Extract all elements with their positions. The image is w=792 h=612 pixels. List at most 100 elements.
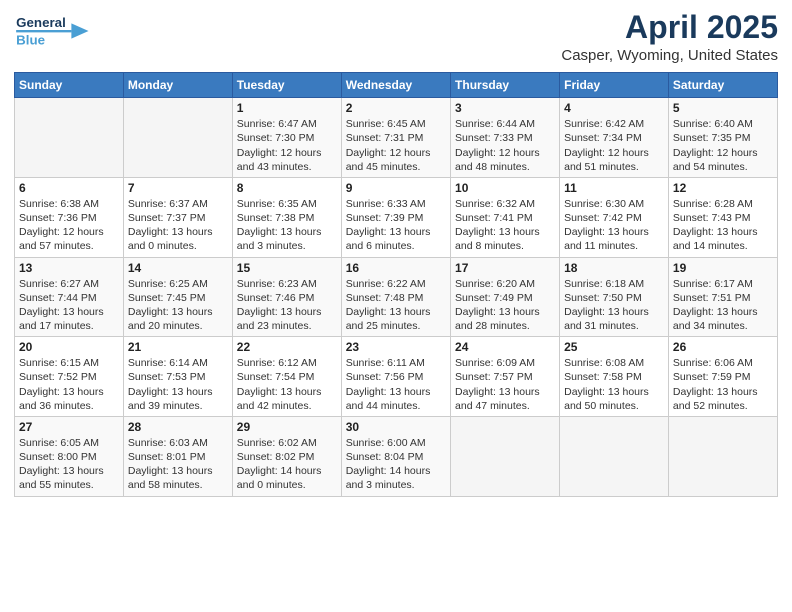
day-number: 15 [237, 261, 337, 275]
weekday-tuesday: Tuesday [232, 73, 341, 98]
week-row-5: 27 Sunrise: 6:05 AM Sunset: 8:00 PM Dayli… [15, 416, 778, 496]
day-cell [668, 416, 777, 496]
day-cell: 5Sunrise: 6:40 AM Sunset: 7:35 PM Daylig… [668, 98, 777, 178]
day-info: Sunrise: 6:47 AM Sunset: 7:30 PM Dayligh… [237, 117, 337, 174]
day-info: Sunrise: 6:05 AM Sunset: 8:00 PM Dayligh… [19, 436, 119, 493]
week-row-3: 13Sunrise: 6:27 AM Sunset: 7:44 PM Dayli… [15, 257, 778, 337]
day-cell: 2 Sunrise: 6:45 AM Sunset: 7:31 PM Daylig… [341, 98, 450, 178]
svg-text:Blue: Blue [16, 32, 45, 47]
day-cell: 1Sunrise: 6:47 AM Sunset: 7:30 PM Daylig… [232, 98, 341, 178]
day-cell: 12Sunrise: 6:28 AM Sunset: 7:43 PM Dayli… [668, 177, 777, 257]
day-info: Sunrise: 6:14 AM Sunset: 7:53 PM Dayligh… [128, 356, 228, 413]
day-number: 8 [237, 181, 337, 195]
page: General Blue April 2025 Casper, Wyoming,… [0, 0, 792, 612]
day-cell [560, 416, 669, 496]
day-info: Sunrise: 6:00 AM Sunset: 8:04 PM Dayligh… [346, 436, 446, 493]
day-cell: 3 Sunrise: 6:44 AM Sunset: 7:33 PM Daylig… [451, 98, 560, 178]
location-title: Casper, Wyoming, United States [561, 47, 778, 64]
day-cell: 19Sunrise: 6:17 AM Sunset: 7:51 PM Dayli… [668, 257, 777, 337]
svg-text:General: General [16, 15, 66, 30]
day-info: Sunrise: 6:38 AM Sunset: 7:36 PM Dayligh… [19, 197, 119, 254]
day-number: 25 [564, 340, 664, 354]
day-number: 23 [346, 340, 446, 354]
weekday-monday: Monday [123, 73, 232, 98]
day-cell: 25 Sunrise: 6:08 AM Sunset: 7:58 PM Dayli… [560, 337, 669, 417]
day-cell [451, 416, 560, 496]
day-info: Sunrise: 6:08 AM Sunset: 7:58 PM Dayligh… [564, 356, 664, 413]
day-cell: 9Sunrise: 6:33 AM Sunset: 7:39 PM Daylig… [341, 177, 450, 257]
day-info: Sunrise: 6:02 AM Sunset: 8:02 PM Dayligh… [237, 436, 337, 493]
day-info: Sunrise: 6:23 AM Sunset: 7:46 PM Dayligh… [237, 277, 337, 334]
day-cell: 28 Sunrise: 6:03 AM Sunset: 8:01 PM Dayli… [123, 416, 232, 496]
day-cell: 11 Sunrise: 6:30 AM Sunset: 7:42 PM Dayli… [560, 177, 669, 257]
day-info: Sunrise: 6:03 AM Sunset: 8:01 PM Dayligh… [128, 436, 228, 493]
day-cell: 14 Sunrise: 6:25 AM Sunset: 7:45 PM Dayli… [123, 257, 232, 337]
day-cell: 4Sunrise: 6:42 AM Sunset: 7:34 PM Daylig… [560, 98, 669, 178]
day-cell: 7 Sunrise: 6:37 AM Sunset: 7:37 PM Daylig… [123, 177, 232, 257]
day-number: 19 [673, 261, 773, 275]
day-info: Sunrise: 6:18 AM Sunset: 7:50 PM Dayligh… [564, 277, 664, 334]
day-cell: 17 Sunrise: 6:20 AM Sunset: 7:49 PM Dayli… [451, 257, 560, 337]
day-number: 10 [455, 181, 555, 195]
day-info: Sunrise: 6:06 AM Sunset: 7:59 PM Dayligh… [673, 356, 773, 413]
day-cell: 6 Sunrise: 6:38 AM Sunset: 7:36 PM Daylig… [15, 177, 124, 257]
day-info: Sunrise: 6:35 AM Sunset: 7:38 PM Dayligh… [237, 197, 337, 254]
day-number: 7 [128, 181, 228, 195]
day-number: 16 [346, 261, 446, 275]
day-number: 27 [19, 420, 119, 434]
day-number: 20 [19, 340, 119, 354]
day-cell: 23 Sunrise: 6:11 AM Sunset: 7:56 PM Dayli… [341, 337, 450, 417]
day-number: 14 [128, 261, 228, 275]
weekday-thursday: Thursday [451, 73, 560, 98]
day-cell: 20 Sunrise: 6:15 AM Sunset: 7:52 PM Dayli… [15, 337, 124, 417]
day-info: Sunrise: 6:12 AM Sunset: 7:54 PM Dayligh… [237, 356, 337, 413]
day-info: Sunrise: 6:22 AM Sunset: 7:48 PM Dayligh… [346, 277, 446, 334]
day-cell: 8 Sunrise: 6:35 AM Sunset: 7:38 PM Daylig… [232, 177, 341, 257]
day-cell [123, 98, 232, 178]
week-row-2: 6 Sunrise: 6:38 AM Sunset: 7:36 PM Daylig… [15, 177, 778, 257]
day-number: 12 [673, 181, 773, 195]
day-info: Sunrise: 6:27 AM Sunset: 7:44 PM Dayligh… [19, 277, 119, 334]
day-info: Sunrise: 6:44 AM Sunset: 7:33 PM Dayligh… [455, 117, 555, 174]
day-cell: 10Sunrise: 6:32 AM Sunset: 7:41 PM Dayli… [451, 177, 560, 257]
header: General Blue April 2025 Casper, Wyoming,… [14, 10, 778, 64]
day-number: 26 [673, 340, 773, 354]
weekday-wednesday: Wednesday [341, 73, 450, 98]
day-cell: 29 Sunrise: 6:02 AM Sunset: 8:02 PM Dayli… [232, 416, 341, 496]
day-cell: 22 Sunrise: 6:12 AM Sunset: 7:54 PM Dayli… [232, 337, 341, 417]
day-number: 30 [346, 420, 446, 434]
day-info: Sunrise: 6:15 AM Sunset: 7:52 PM Dayligh… [19, 356, 119, 413]
month-title: April 2025 [561, 10, 778, 45]
day-number: 17 [455, 261, 555, 275]
weekday-header-row: SundayMondayTuesdayWednesdayThursdayFrid… [15, 73, 778, 98]
logo: General Blue [14, 10, 104, 55]
day-info: Sunrise: 6:25 AM Sunset: 7:45 PM Dayligh… [128, 277, 228, 334]
day-cell: 26 Sunrise: 6:06 AM Sunset: 7:59 PM Dayli… [668, 337, 777, 417]
weekday-friday: Friday [560, 73, 669, 98]
day-cell: 13Sunrise: 6:27 AM Sunset: 7:44 PM Dayli… [15, 257, 124, 337]
week-row-1: 1Sunrise: 6:47 AM Sunset: 7:30 PM Daylig… [15, 98, 778, 178]
day-number: 4 [564, 101, 664, 115]
day-number: 22 [237, 340, 337, 354]
day-cell [15, 98, 124, 178]
day-number: 28 [128, 420, 228, 434]
day-cell: 24 Sunrise: 6:09 AM Sunset: 7:57 PM Dayli… [451, 337, 560, 417]
day-number: 24 [455, 340, 555, 354]
day-number: 29 [237, 420, 337, 434]
day-cell: 30 Sunrise: 6:00 AM Sunset: 8:04 PM Dayli… [341, 416, 450, 496]
day-info: Sunrise: 6:37 AM Sunset: 7:37 PM Dayligh… [128, 197, 228, 254]
week-row-4: 20 Sunrise: 6:15 AM Sunset: 7:52 PM Dayli… [15, 337, 778, 417]
day-info: Sunrise: 6:45 AM Sunset: 7:31 PM Dayligh… [346, 117, 446, 174]
day-number: 21 [128, 340, 228, 354]
day-info: Sunrise: 6:20 AM Sunset: 7:49 PM Dayligh… [455, 277, 555, 334]
day-info: Sunrise: 6:11 AM Sunset: 7:56 PM Dayligh… [346, 356, 446, 413]
day-number: 3 [455, 101, 555, 115]
day-info: Sunrise: 6:30 AM Sunset: 7:42 PM Dayligh… [564, 197, 664, 254]
day-number: 18 [564, 261, 664, 275]
day-info: Sunrise: 6:09 AM Sunset: 7:57 PM Dayligh… [455, 356, 555, 413]
weekday-saturday: Saturday [668, 73, 777, 98]
day-number: 2 [346, 101, 446, 115]
day-number: 11 [564, 181, 664, 195]
day-number: 6 [19, 181, 119, 195]
title-block: April 2025 Casper, Wyoming, United State… [561, 10, 778, 64]
